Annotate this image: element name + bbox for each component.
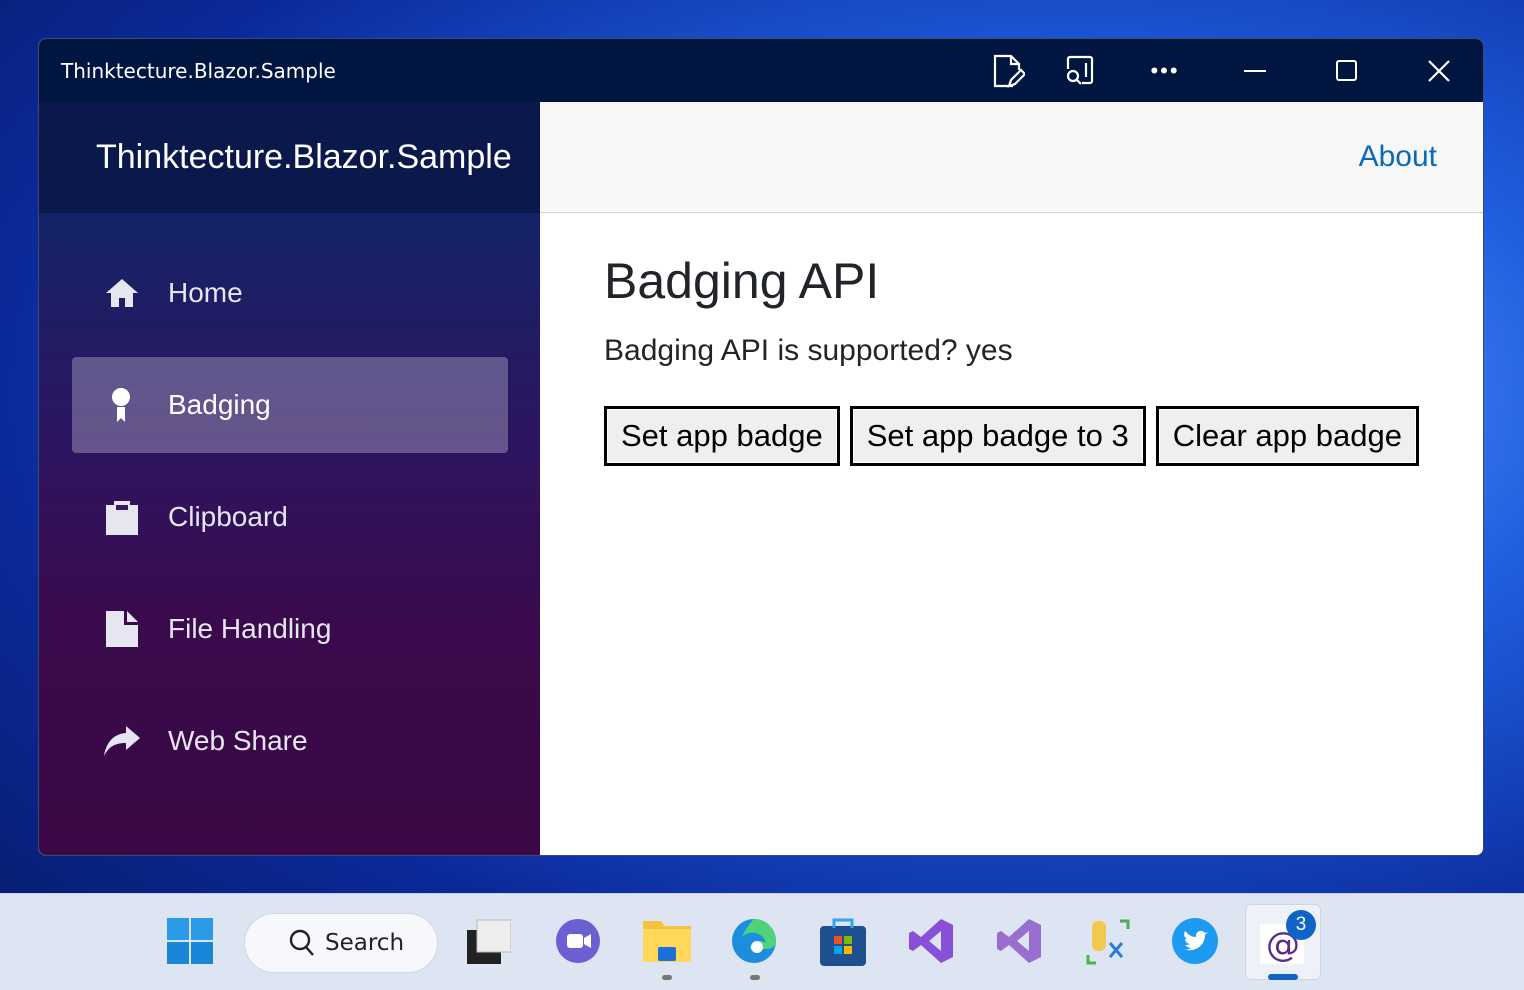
edit-document-icon[interactable]: [991, 53, 1027, 89]
sidebar: Thinktecture.Blazor.Sample Home Badging …: [39, 102, 540, 855]
badge-icon: [72, 387, 168, 423]
top-row: About: [540, 102, 1483, 213]
teams-chat-icon[interactable]: [553, 916, 603, 966]
file-icon: [72, 611, 168, 647]
database-tools-icon[interactable]: [1082, 916, 1132, 966]
twitter-icon[interactable]: [1170, 916, 1220, 966]
sidebar-item-label: Badging: [168, 389, 271, 420]
sidebar-item-file-handling[interactable]: File Handling: [72, 581, 508, 677]
page-title: Badging API: [604, 253, 880, 309]
task-view-icon[interactable]: [462, 916, 512, 966]
visual-studio-icon[interactable]: [906, 916, 956, 966]
home-icon: [72, 277, 168, 309]
sidebar-item-label: File Handling: [168, 613, 332, 644]
app-window: Thinktecture.Blazor.Sample ••• Thinktect…: [38, 38, 1484, 856]
support-status: Badging API is supported? yes: [604, 334, 1013, 367]
search-label: Search: [325, 930, 405, 956]
window-title: Thinktecture.Blazor.Sample: [61, 59, 336, 83]
sidebar-item-home[interactable]: Home: [72, 245, 508, 341]
app-badge-count: 3: [1286, 910, 1316, 940]
share-icon: [72, 726, 168, 756]
minimize-button[interactable]: [1237, 53, 1273, 89]
clipboard-icon: [72, 499, 168, 535]
title-bar: Thinktecture.Blazor.Sample •••: [39, 39, 1483, 102]
file-explorer-icon[interactable]: [642, 916, 692, 966]
more-options-icon[interactable]: •••: [1147, 53, 1183, 89]
taskbar: Search @ 3: [0, 893, 1524, 990]
clear-app-badge-button[interactable]: Clear app badge: [1155, 406, 1419, 466]
running-indicator: [750, 975, 760, 980]
visual-studio-preview-icon[interactable]: [994, 916, 1044, 966]
start-icon[interactable]: [165, 916, 215, 966]
maximize-button[interactable]: [1329, 53, 1365, 89]
set-app-badge-button[interactable]: Set app badge: [604, 406, 840, 466]
sidebar-item-badging[interactable]: Badging: [72, 357, 508, 453]
close-button[interactable]: [1421, 53, 1457, 89]
about-link[interactable]: About: [1359, 140, 1437, 174]
search-icon: [289, 929, 314, 956]
set-app-badge-to-3-button[interactable]: Set app badge to 3: [849, 406, 1146, 466]
sidebar-item-web-share[interactable]: Web Share: [72, 693, 508, 789]
edge-icon[interactable]: [729, 916, 779, 966]
brand-title: Thinktecture.Blazor.Sample: [39, 102, 540, 213]
active-indicator: [1268, 974, 1298, 980]
sidebar-item-label: Clipboard: [168, 501, 288, 532]
sidebar-item-clipboard[interactable]: Clipboard: [72, 469, 508, 565]
running-indicator: [662, 975, 672, 980]
taskbar-search[interactable]: Search: [244, 913, 438, 973]
main-content: About Badging API Badging API is support…: [540, 102, 1483, 855]
sidebar-item-label: Home: [168, 277, 243, 308]
app-search-icon[interactable]: [1062, 53, 1098, 89]
sidebar-item-label: Web Share: [168, 725, 308, 756]
microsoft-store-icon[interactable]: [818, 916, 868, 966]
